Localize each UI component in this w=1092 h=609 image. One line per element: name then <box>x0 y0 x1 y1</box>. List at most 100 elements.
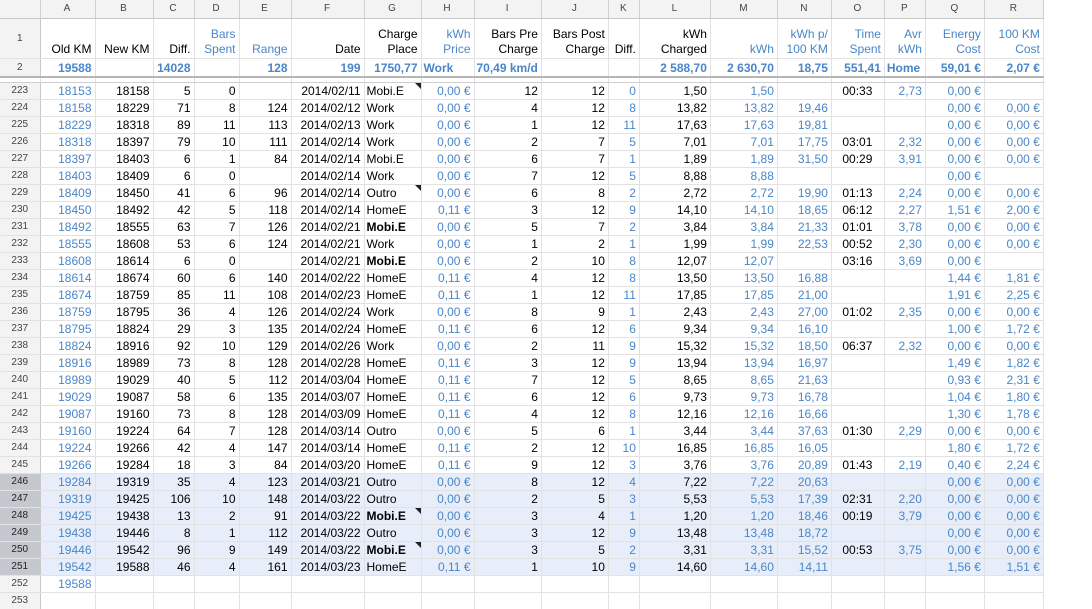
cell[interactable]: 18916 <box>95 338 153 355</box>
summary-cell[interactable]: 2 630,70 <box>710 59 777 78</box>
cell[interactable]: 11 <box>608 287 639 304</box>
cell[interactable]: 18989 <box>95 355 153 372</box>
cell[interactable]: 1,30 € <box>925 406 984 423</box>
cell[interactable]: Outro <box>364 185 421 202</box>
cell[interactable]: 12 <box>474 83 541 100</box>
summary-cell[interactable] <box>608 59 639 78</box>
cell[interactable]: 2,31 € <box>984 372 1043 389</box>
cell[interactable]: 0,11 € <box>421 406 474 423</box>
cell[interactable]: 3,31 <box>710 542 777 559</box>
cell[interactable]: 27,00 <box>777 304 831 321</box>
cell[interactable]: HomeE <box>364 457 421 474</box>
cell[interactable]: 0,11 € <box>421 270 474 287</box>
cell[interactable]: 1,20 <box>639 508 710 525</box>
row-number[interactable]: 2 <box>0 59 40 78</box>
cell[interactable]: 3 <box>194 457 239 474</box>
cell[interactable]: 40 <box>153 372 194 389</box>
cell[interactable]: 2,30 <box>884 236 925 253</box>
column-header[interactable]: L <box>639 0 710 19</box>
cell[interactable]: 10 <box>541 253 608 270</box>
cell[interactable] <box>239 576 291 593</box>
cell[interactable]: 18916 <box>40 355 95 372</box>
cell[interactable]: 19542 <box>95 542 153 559</box>
cell[interactable] <box>984 576 1043 593</box>
cell[interactable]: 73 <box>153 406 194 423</box>
cell[interactable]: 5 <box>194 202 239 219</box>
cell[interactable]: 2,20 <box>884 491 925 508</box>
cell[interactable]: 2014/02/13 <box>291 117 364 134</box>
header-cell[interactable]: kWh <box>710 19 777 59</box>
cell[interactable]: 3,84 <box>639 219 710 236</box>
cell[interactable]: 1,89 <box>710 151 777 168</box>
cell[interactable]: 12 <box>541 474 608 491</box>
cell[interactable]: 1,50 <box>710 83 777 100</box>
cell[interactable]: 63 <box>153 219 194 236</box>
cell[interactable]: 29 <box>153 321 194 338</box>
cell[interactable]: 1,81 € <box>984 270 1043 287</box>
column-header[interactable]: Q <box>925 0 984 19</box>
column-header[interactable]: K <box>608 0 639 19</box>
cell[interactable]: 9,34 <box>639 321 710 338</box>
cell[interactable]: 0,00 € <box>421 474 474 491</box>
cell[interactable]: 8 <box>608 253 639 270</box>
cell[interactable]: 2014/02/21 <box>291 219 364 236</box>
cell[interactable]: 19266 <box>40 457 95 474</box>
cell[interactable]: 2014/03/22 <box>291 525 364 542</box>
cell[interactable]: 8 <box>153 525 194 542</box>
cell[interactable]: 5 <box>541 491 608 508</box>
cell[interactable] <box>831 100 884 117</box>
cell[interactable]: 8,88 <box>639 168 710 185</box>
cell[interactable]: 13,94 <box>639 355 710 372</box>
cell[interactable]: 18614 <box>40 270 95 287</box>
cell[interactable]: 0,00 € <box>984 151 1043 168</box>
cell[interactable]: 111 <box>239 134 291 151</box>
column-header[interactable]: A <box>40 0 95 19</box>
row-number[interactable]: 236 <box>0 304 40 321</box>
cell[interactable]: 7,01 <box>639 134 710 151</box>
cell[interactable] <box>239 253 291 270</box>
cell[interactable]: Work <box>364 338 421 355</box>
cell[interactable]: 41 <box>153 185 194 202</box>
cell[interactable]: 0 <box>194 168 239 185</box>
cell[interactable]: 0,00 € <box>925 508 984 525</box>
cell[interactable] <box>777 168 831 185</box>
cell[interactable]: 18,46 <box>777 508 831 525</box>
summary-cell[interactable]: 199 <box>291 59 364 78</box>
cell[interactable]: 2,19 <box>884 457 925 474</box>
cell[interactable]: 10 <box>194 134 239 151</box>
cell[interactable]: 140 <box>239 270 291 287</box>
cell[interactable]: 2,27 <box>884 202 925 219</box>
cell[interactable]: 2 <box>541 236 608 253</box>
column-header[interactable]: P <box>884 0 925 19</box>
cell[interactable]: 0,00 € <box>421 151 474 168</box>
cell[interactable]: 1,51 € <box>925 202 984 219</box>
cell[interactable]: 0,00 € <box>984 304 1043 321</box>
cell[interactable]: 2 <box>474 134 541 151</box>
cell[interactable]: 18450 <box>40 202 95 219</box>
cell[interactable]: 12 <box>541 440 608 457</box>
column-header[interactable]: R <box>984 0 1043 19</box>
header-cell[interactable]: 100 KMCost <box>984 19 1043 59</box>
cell[interactable]: 3,76 <box>639 457 710 474</box>
row-number[interactable]: 231 <box>0 219 40 236</box>
cell[interactable] <box>608 576 639 593</box>
cell[interactable]: 10 <box>541 559 608 576</box>
cell[interactable]: 6 <box>153 151 194 168</box>
column-header[interactable]: C <box>153 0 194 19</box>
cell[interactable]: 18759 <box>95 287 153 304</box>
cell[interactable]: 3 <box>608 491 639 508</box>
cell[interactable] <box>831 474 884 491</box>
cell[interactable] <box>884 287 925 304</box>
cell[interactable]: Work <box>364 100 421 117</box>
cell[interactable]: 0,00 € <box>984 338 1043 355</box>
cell[interactable]: Mobi.E <box>364 508 421 525</box>
row-number[interactable]: 229 <box>0 185 40 202</box>
cell[interactable]: 79 <box>153 134 194 151</box>
cell[interactable]: 13,50 <box>639 270 710 287</box>
cell[interactable]: 4 <box>194 474 239 491</box>
cell[interactable]: 3,69 <box>884 253 925 270</box>
cell[interactable]: 11 <box>608 117 639 134</box>
cell[interactable]: 16,85 <box>639 440 710 457</box>
cell[interactable] <box>984 253 1043 270</box>
cell[interactable]: 12 <box>541 525 608 542</box>
